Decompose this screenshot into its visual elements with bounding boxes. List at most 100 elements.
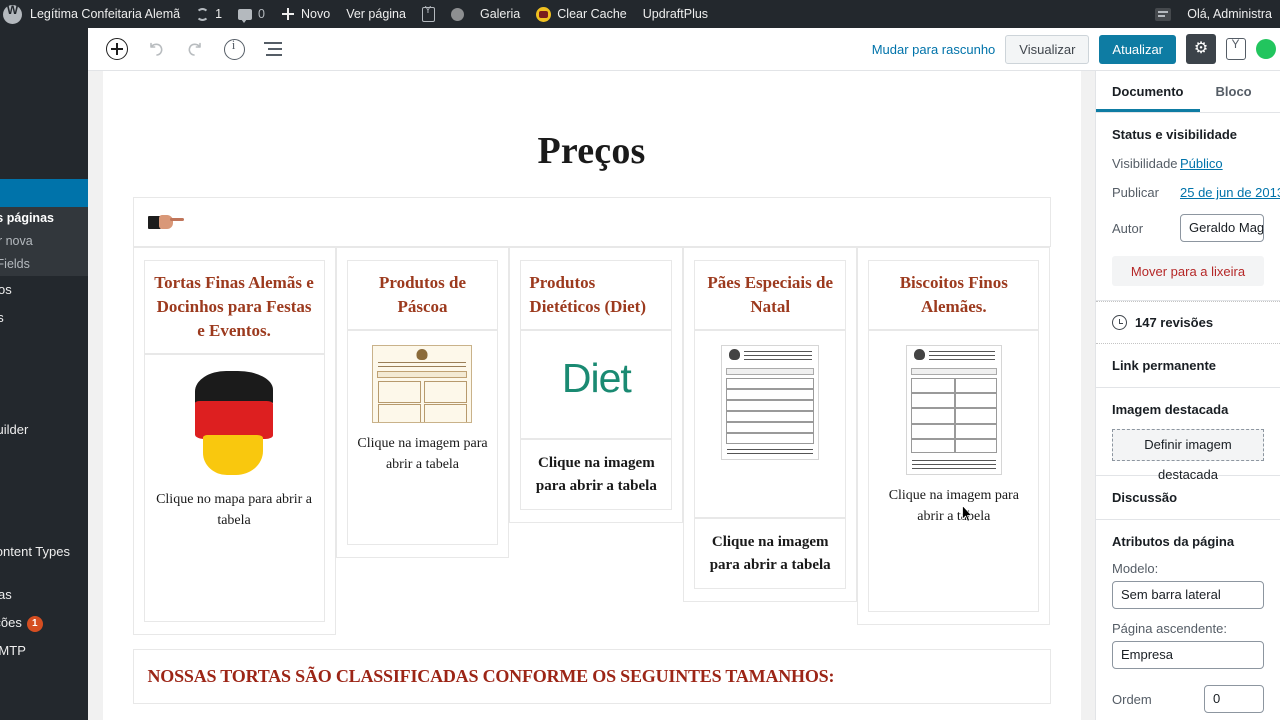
- sidebar-item-ferramentas[interactable]: Ferramentas: [0, 581, 88, 609]
- card-title: Produtos de Páscoa: [378, 273, 467, 317]
- adminbar-comments[interactable]: 0: [230, 0, 273, 28]
- easter-price-table-thumbnail[interactable]: [372, 345, 473, 424]
- refresh-icon: [196, 7, 210, 21]
- yoast-seo-icon: [421, 5, 435, 22]
- card-body-box: Clique no mapa para abrir a tabela: [143, 354, 325, 622]
- content-info-button[interactable]: [217, 32, 251, 66]
- tab-documento[interactable]: Documento: [1096, 71, 1200, 112]
- adminbar-site-title[interactable]: Legítima Confeitaria Alemã: [22, 0, 188, 28]
- card-title: Pães Especiais de Natal: [707, 273, 834, 317]
- sidebar-item-painel[interactable]: Painel: [0, 28, 88, 56]
- card-title-box: Pães Especiais de Natal: [694, 260, 847, 331]
- undo-button[interactable]: [139, 32, 173, 66]
- sidebar-item-configura-es[interactable]: Configurações 1: [0, 609, 88, 637]
- order-input[interactable]: 0: [1204, 685, 1264, 713]
- adminbar-yoast[interactable]: [414, 0, 443, 28]
- adminbar-comment-shortcut[interactable]: [1147, 0, 1179, 28]
- sidebar-item-custom-content-types[interactable]: Custom Content Types: [0, 539, 88, 581]
- permalink-panel[interactable]: Link permanente: [1096, 344, 1280, 388]
- sidebar-item-plugins[interactable]: Plugins: [0, 483, 88, 511]
- card-body-box: Diet: [520, 330, 673, 439]
- sidebar-item-wp-mail-smtp[interactable]: WP Mail SMTP: [0, 637, 88, 665]
- gear-icon: ⚙: [1193, 40, 1209, 57]
- sidebar-item-p-ginas[interactable]: Páginas: [0, 179, 88, 207]
- card-title: Tortas Finas Alemãs e Docinhos para Fest…: [154, 273, 314, 341]
- product-card-biscoitos[interactable]: Biscoitos Finos Alemães. Clique na image…: [857, 247, 1051, 625]
- publish-value[interactable]: 25 de jun de 2013, 8: [1180, 185, 1280, 200]
- tab-bloco[interactable]: Bloco: [1200, 71, 1268, 112]
- visibility-value[interactable]: Público: [1180, 156, 1223, 171]
- sidebar-item-promo-es[interactable]: Promoções: [0, 304, 88, 332]
- parent-page-label: Página ascendente:: [1112, 621, 1227, 636]
- sidebar-item-cat-logo[interactable]: Catálogo: [0, 332, 88, 360]
- page-title[interactable]: Preços: [103, 129, 1081, 173]
- settings-button[interactable]: ⚙: [1186, 34, 1216, 64]
- diet-logo-image[interactable]: Diet: [562, 355, 632, 402]
- product-card-pascoa[interactable]: Produtos de Páscoa Clique na imagem para…: [335, 247, 510, 558]
- redo-button[interactable]: [178, 32, 212, 66]
- germany-map-image[interactable]: [195, 371, 274, 479]
- set-featured-image-button[interactable]: Definir imagem destacada: [1112, 429, 1264, 482]
- template-select[interactable]: Sem barra lateral: [1112, 581, 1264, 609]
- parent-page-select[interactable]: Empresa: [1112, 641, 1264, 669]
- order-label: Ordem: [1112, 691, 1152, 707]
- adminbar-clear-cache[interactable]: Clear Cache: [528, 0, 634, 28]
- card-caption: Clique na imagem para abrir a tabela: [535, 455, 657, 494]
- submenu-item-7[interactable]: Todas as páginas: [0, 207, 88, 230]
- card-body-box: [694, 330, 847, 518]
- featured-image-label[interactable]: Imagem destacada: [1112, 402, 1264, 417]
- submenu-item-8[interactable]: Adicionar nova: [0, 230, 88, 253]
- sidebar-item-themify-builder[interactable]: Themify Builder: [0, 416, 88, 444]
- yoast-sidebar-button[interactable]: [1226, 37, 1246, 60]
- revisions-label: 147 revisões: [1135, 315, 1214, 330]
- status-panel-title[interactable]: Status e visibilidade: [1112, 127, 1264, 142]
- adminbar-gallery[interactable]: Galeria: [472, 0, 528, 28]
- adminbar-updates[interactable]: 1: [188, 0, 230, 28]
- switch-to-draft-link[interactable]: Mudar para rascunho: [872, 42, 996, 57]
- card-caption: Clique na imagem para abrir a tabela: [888, 488, 1019, 525]
- adminbar-status-dot[interactable]: [443, 0, 472, 28]
- plus-circle-icon: [106, 38, 128, 60]
- sidebar-item-v-deos[interactable]: Vídeos: [0, 360, 88, 388]
- revisions-row[interactable]: 147 revisões: [1096, 301, 1280, 344]
- adminbar-view-page[interactable]: Ver página: [338, 0, 414, 28]
- sidebar-item-gallery[interactable]: Gallery: [0, 151, 88, 179]
- sidebar-item-jetpack[interactable]: Jetpack: [0, 56, 88, 84]
- sidebar-item-m-dia[interactable]: Mídia: [0, 123, 88, 151]
- hand-icon-block[interactable]: [132, 197, 1051, 247]
- green-status-icon[interactable]: [1256, 39, 1276, 59]
- sidebar-item-usu-rios[interactable]: Usuários: [0, 511, 88, 539]
- adminbar-new[interactable]: Novo: [273, 0, 338, 28]
- author-select[interactable]: Geraldo Magela A: [1180, 214, 1264, 242]
- sidebar-item-contato[interactable]: Contato: [0, 388, 88, 416]
- card-title-box: Biscoitos Finos Alemães.: [868, 260, 1040, 331]
- page-attributes-title[interactable]: Atributos da página: [1112, 534, 1264, 549]
- submenu-item-9[interactable]: Custom Fields: [0, 253, 88, 276]
- list-view-icon: [264, 42, 282, 56]
- move-to-trash-button[interactable]: Mover para a lixeira: [1112, 256, 1264, 286]
- sidebar-item-apar-ncia[interactable]: Aparência: [0, 455, 88, 483]
- menu-item-label: Promoções: [0, 310, 4, 325]
- wordpress-logo-icon[interactable]: [3, 3, 22, 24]
- sidebar-item-coment-rios[interactable]: Comentários: [0, 276, 88, 304]
- add-block-button[interactable]: [100, 32, 134, 66]
- adminbar-my-account[interactable]: Olá, Administra: [1179, 0, 1280, 28]
- adminbar-updraftplus[interactable]: UpdraftPlus: [635, 0, 716, 28]
- christmas-bread-price-table-thumbnail[interactable]: [721, 345, 820, 461]
- list-view-button[interactable]: [256, 32, 290, 66]
- status-visibility-panel: Status e visibilidade Visibilidade Públi…: [1096, 113, 1280, 301]
- product-card-tortas[interactable]: Tortas Finas Alemãs e Docinhos para Fest…: [132, 247, 336, 635]
- sidebar-item-posts[interactable]: Posts: [0, 95, 88, 123]
- product-card-diet[interactable]: Produtos Dietéticos (Diet) Diet Clique n…: [509, 247, 684, 523]
- card-body-box: Clique na imagem para abrir a tabela: [346, 330, 499, 545]
- order-row: Ordem 0: [1112, 685, 1264, 713]
- card-caption: Clique no mapa para abrir a tabela: [156, 492, 312, 529]
- product-card-paes-natal[interactable]: Pães Especiais de Natal Clique na imagem…: [683, 247, 858, 602]
- template-label: Modelo:: [1112, 561, 1159, 576]
- preview-button[interactable]: Visualizar: [1005, 34, 1090, 64]
- updraftplus-label: UpdraftPlus: [642, 7, 709, 21]
- update-button[interactable]: Atualizar: [1099, 34, 1176, 64]
- bottom-heading-block[interactable]: NOSSAS TORTAS SÃO CLASSIFICADAS CONFORME…: [132, 649, 1051, 704]
- sidebar-item-seo[interactable]: SEO: [0, 676, 88, 704]
- cookies-price-table-thumbnail[interactable]: [905, 345, 1002, 476]
